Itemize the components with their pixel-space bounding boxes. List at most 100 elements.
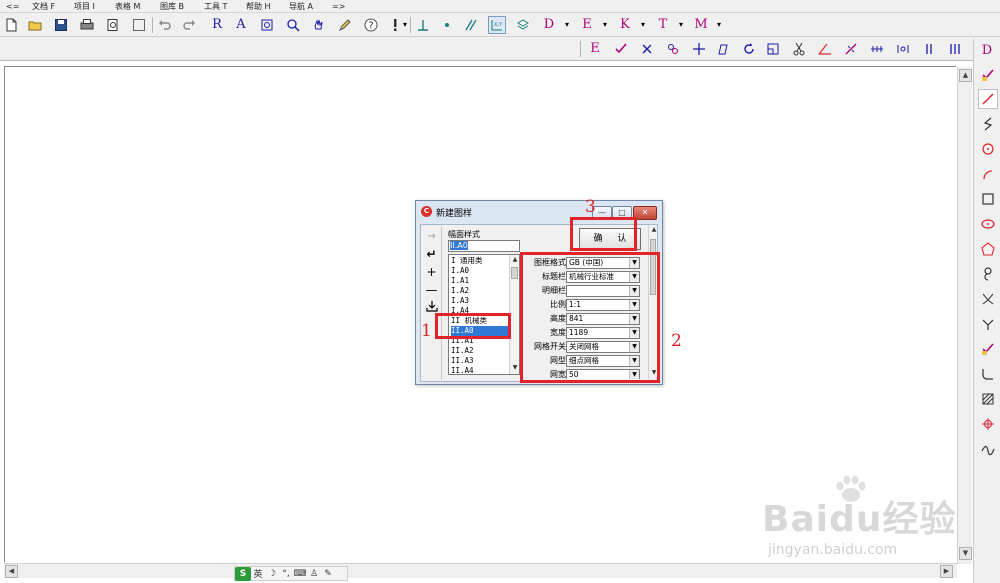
circle-icon[interactable] bbox=[978, 139, 998, 159]
tool-e2-icon[interactable]: E bbox=[586, 40, 604, 58]
tool-d-dropdown-icon[interactable]: ▾ bbox=[562, 16, 572, 34]
tool-t-dropdown-icon[interactable]: ▾ bbox=[676, 16, 686, 34]
list-item[interactable]: I.A0 bbox=[451, 266, 509, 276]
center-mark-icon[interactable] bbox=[978, 414, 998, 434]
pan-hand-icon[interactable] bbox=[310, 16, 328, 34]
tool-k-dropdown-icon[interactable]: ▾ bbox=[638, 16, 648, 34]
menu-project[interactable]: 项目 I bbox=[74, 1, 95, 12]
line-icon[interactable] bbox=[978, 89, 998, 109]
list-scroll-down-icon[interactable]: ▼ bbox=[511, 364, 519, 372]
tool-r-icon[interactable]: R bbox=[208, 16, 226, 34]
punctuation-icon[interactable]: °, bbox=[279, 567, 293, 581]
layers-icon[interactable] bbox=[514, 16, 532, 34]
tool-e-icon[interactable]: E bbox=[578, 16, 596, 34]
pencil-icon[interactable] bbox=[336, 16, 354, 34]
ellipse-icon[interactable] bbox=[978, 214, 998, 234]
alert-dropdown-icon[interactable]: ▾ bbox=[400, 16, 410, 34]
dimension-points-icon[interactable] bbox=[894, 40, 912, 58]
skew-icon[interactable] bbox=[714, 40, 732, 58]
ime-logo[interactable]: S bbox=[235, 566, 251, 581]
offset-icon[interactable] bbox=[978, 289, 998, 309]
tool-t-icon[interactable]: T bbox=[654, 16, 672, 34]
moon-icon[interactable]: ☽ bbox=[265, 567, 279, 581]
props-scroll-up-icon[interactable]: ▲ bbox=[650, 226, 658, 234]
menu-back[interactable]: <= bbox=[6, 1, 19, 12]
menu-tools[interactable]: 工具 T bbox=[204, 1, 227, 12]
tool-m-dropdown-icon[interactable]: ▾ bbox=[714, 16, 724, 34]
arrow-right-icon[interactable]: → bbox=[423, 228, 440, 245]
angle-icon[interactable] bbox=[816, 40, 834, 58]
edit-check-icon[interactable] bbox=[978, 339, 998, 359]
list-scroll-thumb[interactable] bbox=[511, 267, 518, 279]
hatch-icon[interactable] bbox=[978, 389, 998, 409]
print-preview-icon[interactable] bbox=[104, 16, 122, 34]
drawing-tools-panel bbox=[973, 61, 1000, 583]
list-item[interactable]: I 通用类 bbox=[451, 256, 509, 266]
panel-d-icon[interactable]: D bbox=[973, 39, 1000, 61]
trim-icon[interactable] bbox=[978, 314, 998, 334]
list-item[interactable]: II.A4 bbox=[451, 366, 509, 374]
menu-help[interactable]: 帮助 H bbox=[246, 1, 271, 12]
enter-icon[interactable]: ↵ bbox=[423, 246, 440, 263]
array-icon[interactable] bbox=[868, 40, 886, 58]
zoom-icon[interactable] bbox=[284, 16, 302, 34]
rectangle-icon[interactable] bbox=[978, 189, 998, 209]
scroll-left-icon[interactable]: ◀ bbox=[5, 565, 18, 578]
rectangle-select-icon[interactable] bbox=[130, 16, 148, 34]
undo-icon[interactable] bbox=[156, 16, 174, 34]
list-item[interactable]: II.A3 bbox=[451, 356, 509, 366]
watermark-text: Baidu经验 bbox=[762, 499, 957, 540]
menu-table[interactable]: 表格 M bbox=[115, 1, 140, 12]
break-icon[interactable] bbox=[842, 40, 860, 58]
tool-d-icon[interactable]: D bbox=[540, 16, 558, 34]
delete-cross-icon[interactable] bbox=[638, 40, 656, 58]
menu-navigation[interactable]: 导航 A bbox=[289, 1, 313, 12]
check-mark-icon[interactable] bbox=[978, 65, 998, 85]
wave-line-icon[interactable] bbox=[978, 439, 998, 459]
copy-points-icon[interactable] bbox=[664, 40, 682, 58]
wrench-icon[interactable]: ✎ bbox=[321, 567, 335, 581]
menu-library[interactable]: 图库 B bbox=[160, 1, 184, 12]
tool-k-icon[interactable]: K bbox=[616, 16, 634, 34]
scale-icon[interactable] bbox=[764, 40, 782, 58]
list-item[interactable]: II.A2 bbox=[451, 346, 509, 356]
scroll-up-icon[interactable]: ▲ bbox=[959, 69, 972, 82]
sheet-style-input[interactable]: II.A0 bbox=[448, 240, 520, 252]
rotate-icon[interactable] bbox=[740, 40, 758, 58]
new-file-icon[interactable] bbox=[2, 16, 20, 34]
polyline-icon[interactable] bbox=[978, 114, 998, 134]
tool-a-icon[interactable]: A bbox=[232, 16, 250, 34]
triple-lines-icon[interactable] bbox=[946, 40, 964, 58]
spline-icon[interactable] bbox=[978, 264, 998, 284]
remove-icon[interactable]: — bbox=[423, 282, 440, 299]
keyboard-icon[interactable]: ⌨ bbox=[293, 567, 307, 581]
point-snap-icon[interactable] bbox=[438, 16, 456, 34]
list-scroll-up-icon[interactable]: ▲ bbox=[511, 256, 519, 264]
move-icon[interactable] bbox=[690, 40, 708, 58]
arc-icon[interactable] bbox=[978, 164, 998, 184]
add-icon[interactable]: + bbox=[423, 264, 440, 281]
cut-icon[interactable] bbox=[790, 40, 808, 58]
orthogonal-icon[interactable] bbox=[414, 16, 432, 34]
list-item[interactable]: I.A2 bbox=[451, 286, 509, 296]
tool-m-icon[interactable]: M bbox=[692, 16, 710, 34]
menu-forward[interactable]: => bbox=[332, 1, 345, 12]
menu-document[interactable]: 文档 F bbox=[32, 1, 55, 12]
user-icon[interactable]: ♙ bbox=[307, 567, 321, 581]
zoom-window-icon[interactable] bbox=[258, 16, 276, 34]
check-edit-icon[interactable] bbox=[612, 40, 630, 58]
save-icon[interactable] bbox=[52, 16, 70, 34]
fillet-icon[interactable] bbox=[978, 364, 998, 384]
open-folder-icon[interactable] bbox=[26, 16, 44, 34]
help-icon[interactable]: ? bbox=[362, 16, 380, 34]
list-item[interactable]: I.A3 bbox=[451, 296, 509, 306]
parallel-lines-icon[interactable] bbox=[920, 40, 938, 58]
polygon-icon[interactable] bbox=[978, 239, 998, 259]
redo-icon[interactable] bbox=[180, 16, 198, 34]
parallel-icon[interactable] bbox=[462, 16, 480, 34]
ime-language[interactable]: 英 bbox=[251, 567, 265, 581]
list-item[interactable]: I.A1 bbox=[451, 276, 509, 286]
print-icon[interactable] bbox=[78, 16, 96, 34]
tool-e-dropdown-icon[interactable]: ▾ bbox=[600, 16, 610, 34]
coordinate-icon[interactable]: X,Y bbox=[488, 16, 506, 34]
